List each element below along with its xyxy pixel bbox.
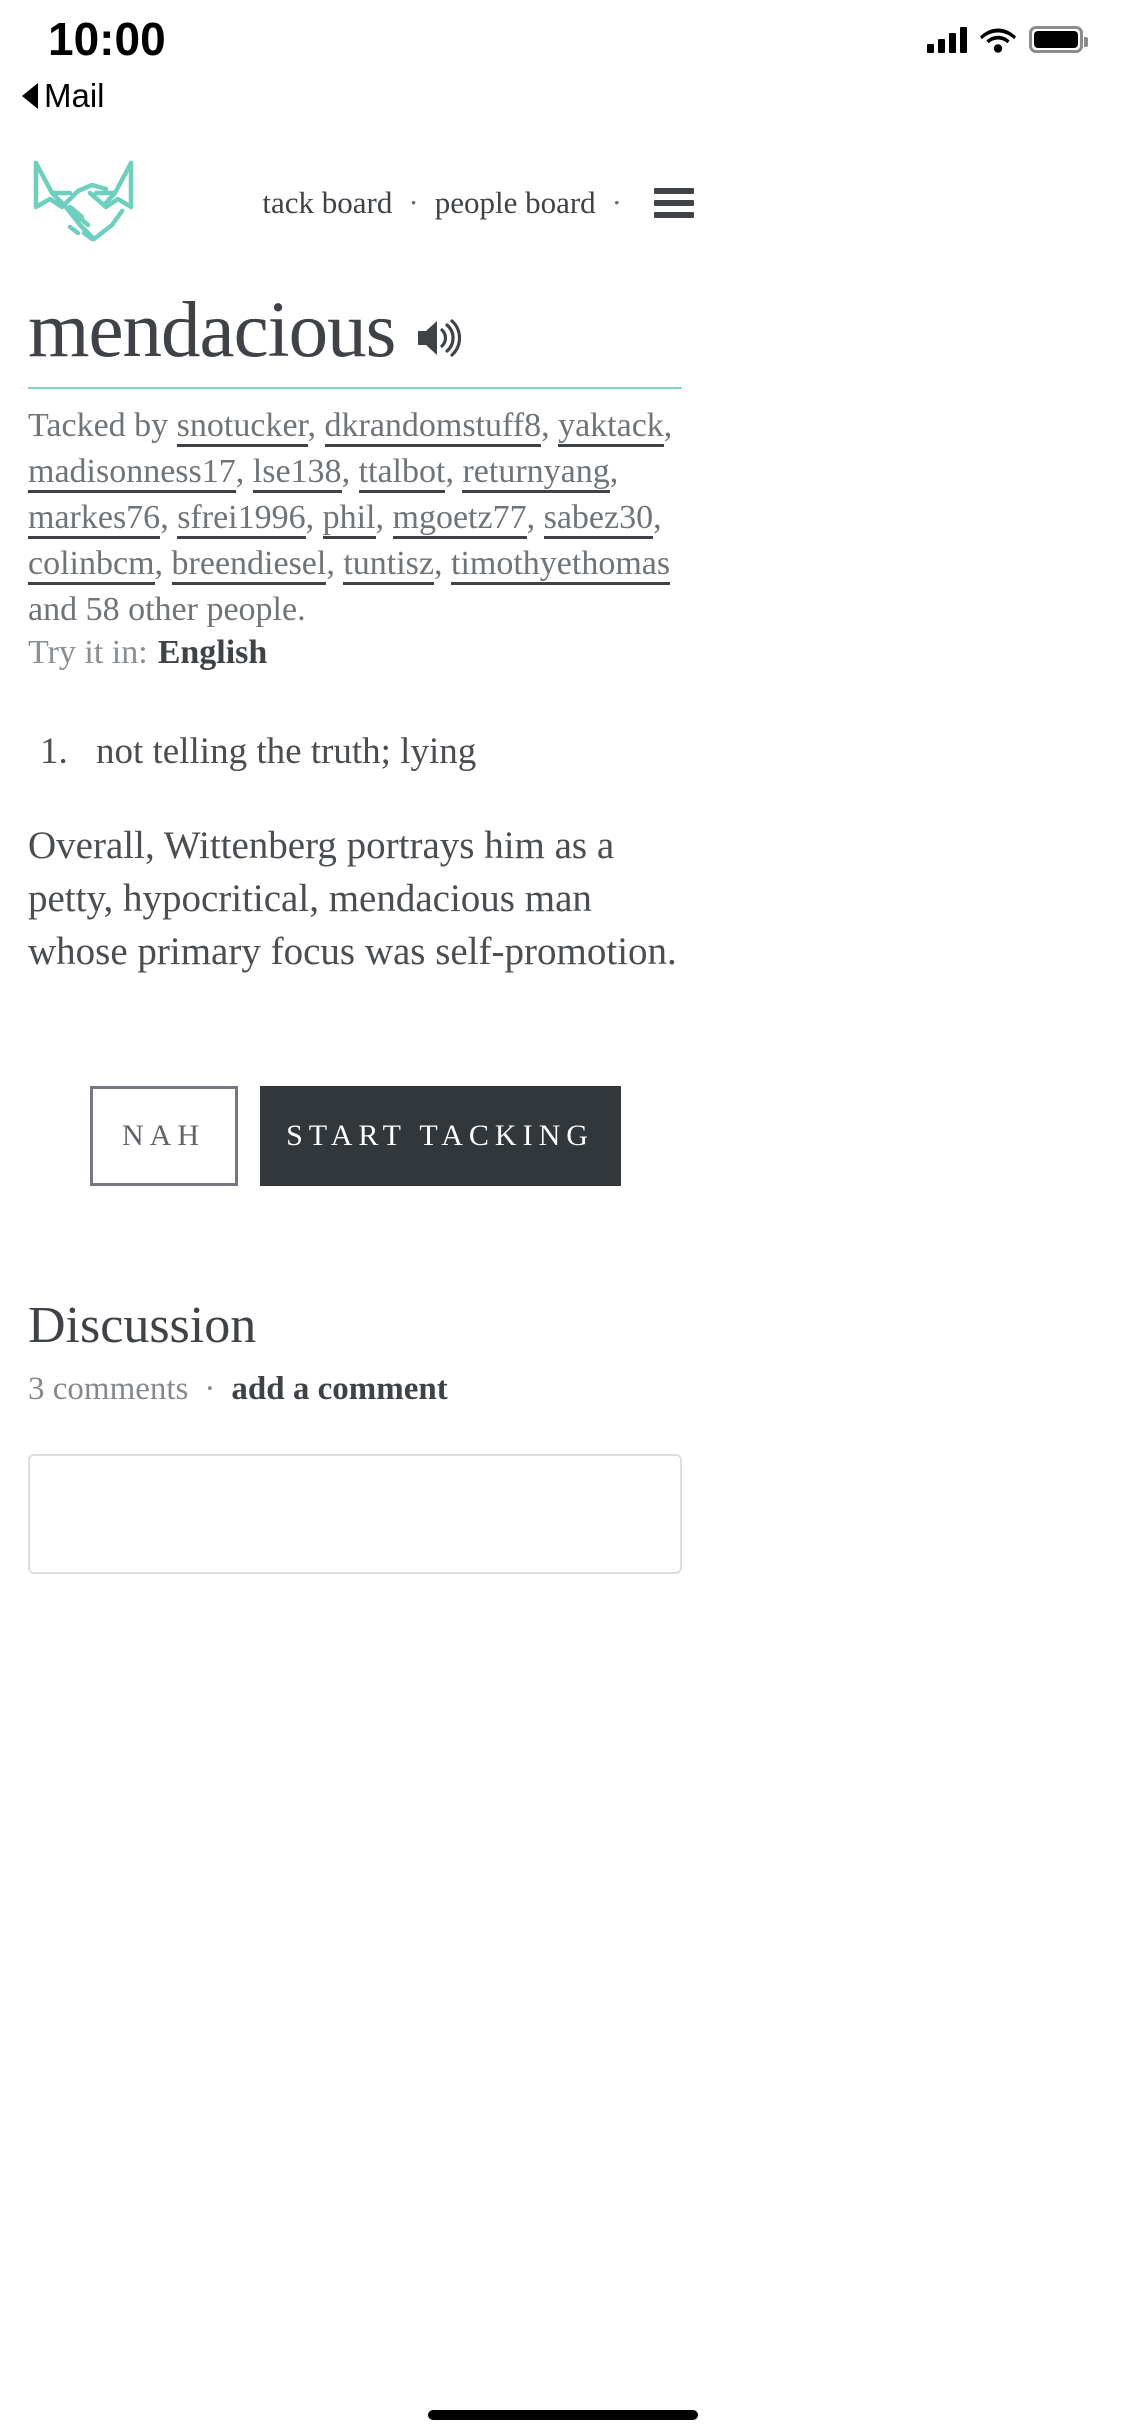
tagger-link[interactable]: ttalbot — [358, 452, 446, 493]
start-tacking-button[interactable]: START TACKING — [259, 1086, 621, 1187]
try-it-in-row: Try it in: English — [0, 632, 710, 672]
hamburger-menu-icon[interactable] — [654, 187, 694, 218]
language-selector[interactable]: English — [148, 634, 268, 671]
tagger-link[interactable]: snotucker — [176, 406, 308, 447]
primary-nav: tack board · people board · — [262, 185, 710, 221]
add-comment-link[interactable]: add a comment — [231, 1371, 447, 1408]
try-it-label: Try it in: — [28, 634, 148, 672]
back-to-mail-label: Mail — [44, 77, 105, 114]
definition-item: 1. not telling the truth; lying — [40, 728, 682, 776]
wifi-icon — [980, 27, 1016, 53]
definition-text: not telling the truth; lying — [96, 731, 477, 773]
tagger-link[interactable]: phil — [322, 498, 376, 539]
discussion-heading: Discussion — [28, 1297, 257, 1355]
definition-list: 1. not telling the truth; lying — [0, 728, 710, 776]
tacked-by-suffix: and 58 other people. — [28, 590, 306, 628]
tagger-link[interactable]: timothyethomas — [451, 544, 671, 585]
handshake-logo-icon[interactable] — [26, 155, 141, 250]
tagger-link[interactable]: returnyang — [462, 452, 610, 493]
cellular-signal-icon — [927, 26, 967, 53]
triangle-left-icon — [22, 83, 38, 109]
speaker-sound-icon[interactable] — [415, 317, 462, 359]
site-header: tack board · people board · — [0, 140, 710, 265]
definition-number: 1. — [40, 731, 68, 773]
tagger-link[interactable]: colinbcm — [28, 544, 155, 585]
discussion-meta: 3 comments · add a comment — [28, 1371, 682, 1408]
tagger-link[interactable]: breendiesel — [171, 544, 327, 585]
tagger-link[interactable]: sabez30 — [543, 498, 654, 539]
back-to-mail-button[interactable]: Mail — [22, 77, 105, 115]
discussion-separator: · — [204, 1371, 216, 1408]
comment-count: 3 comments — [28, 1371, 189, 1408]
word-entry-page: mendacious Tacked by snotucker, dkrandom… — [0, 287, 710, 1575]
tagger-link[interactable]: tuntisz — [343, 544, 435, 585]
nav-link-people-board[interactable]: people board — [435, 185, 596, 221]
tacked-by-prefix: Tacked by — [28, 406, 177, 444]
comment-input[interactable] — [28, 1454, 682, 1575]
tagger-link[interactable]: madisonness17 — [28, 452, 236, 493]
nah-button[interactable]: NAH — [89, 1086, 238, 1187]
nav-separator-1: · — [408, 184, 419, 220]
tagger-link[interactable]: dkrandomstuff8 — [324, 406, 542, 447]
tagger-link[interactable]: markes76 — [28, 498, 161, 539]
tacked-by-paragraph: Tacked by snotucker, dkrandomstuff8, yak… — [28, 406, 673, 628]
tagger-link[interactable]: sfrei1996 — [177, 498, 306, 539]
status-bar-time: 10:00 — [48, 13, 166, 65]
home-indicator — [427, 2410, 698, 2420]
status-bar-indicators — [927, 26, 1088, 53]
ios-status-bar: 10:00 Mail — [0, 0, 1125, 140]
tagger-link[interactable]: mgoetz77 — [392, 498, 527, 539]
nav-separator-2: · — [611, 184, 622, 220]
discussion-section: Discussion 3 comments · add a comment — [0, 1186, 710, 1408]
tagger-link[interactable]: lse138 — [252, 452, 342, 493]
word-title-row: mendacious — [0, 287, 710, 374]
battery-full-icon — [1029, 26, 1088, 53]
tagger-link[interactable]: yaktack — [558, 406, 664, 447]
example-sentence: Overall, Wittenberg portrays him as a pe… — [28, 824, 677, 973]
nav-link-tack-board[interactable]: tack board — [262, 185, 392, 221]
action-button-row: NAH START TACKING — [0, 978, 710, 1187]
page-title: mendacious — [28, 287, 396, 374]
